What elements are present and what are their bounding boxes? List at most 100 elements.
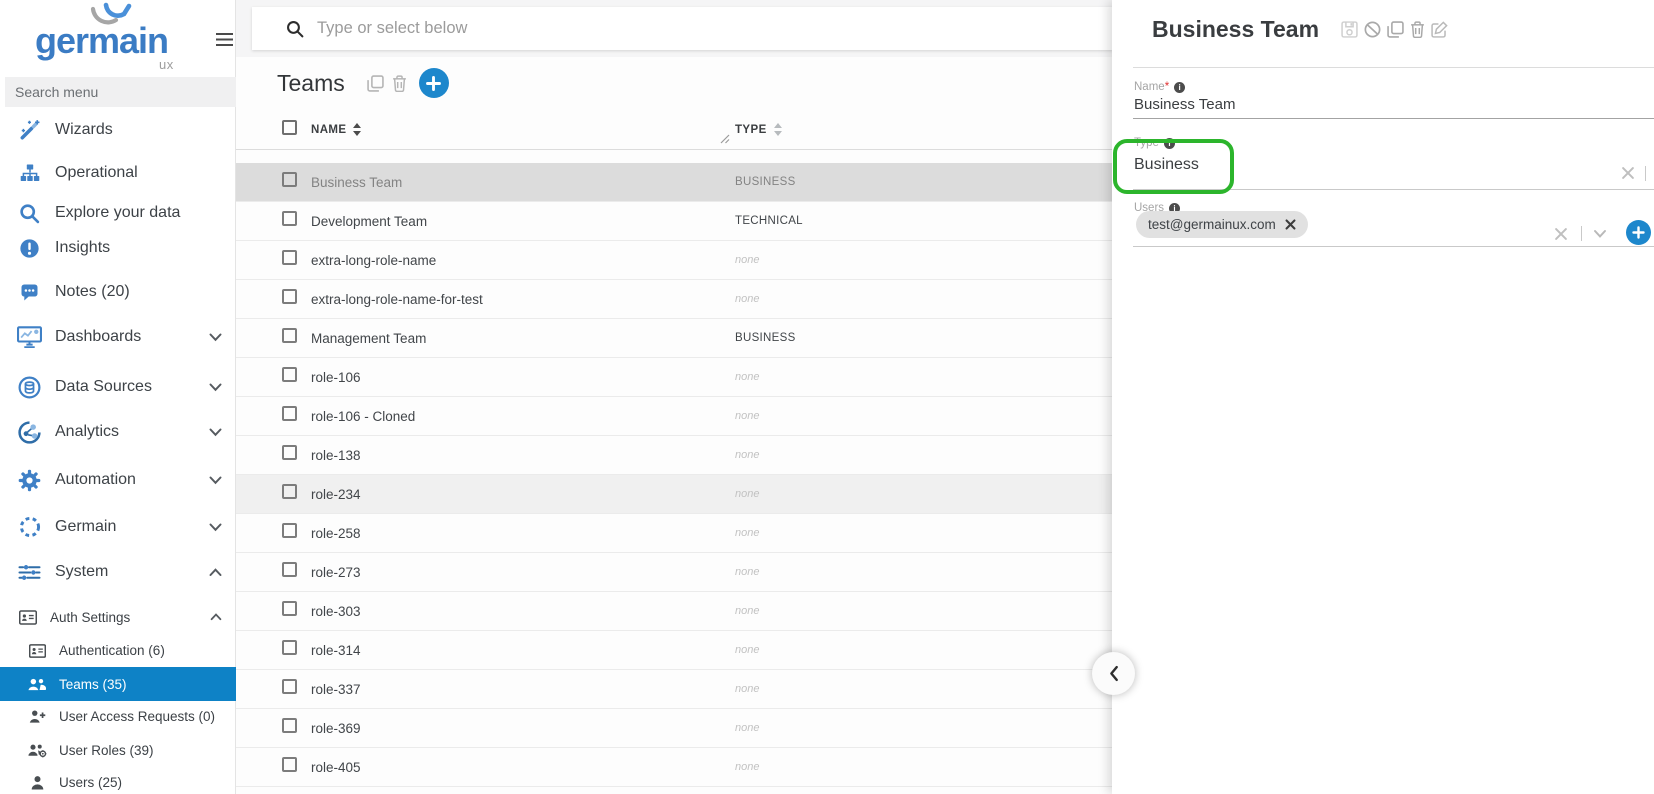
table-row[interactable]: Business Team BUSINESS (236, 163, 1113, 202)
row-checkbox[interactable] (282, 289, 297, 304)
row-checkbox[interactable] (282, 562, 297, 577)
table-row[interactable]: role-369 none (236, 709, 1113, 748)
row-checkbox[interactable] (282, 250, 297, 265)
cancel-icon[interactable] (1364, 21, 1381, 38)
user-plus-icon (27, 709, 47, 724)
row-checkbox[interactable] (282, 445, 297, 460)
clear-type-icon[interactable] (1621, 166, 1635, 180)
type-field-label: Typei (1134, 137, 1175, 149)
sidebar-item-insights[interactable]: Insights (0, 233, 236, 263)
user-icon (27, 775, 47, 790)
sidebar-item-system[interactable]: System (0, 557, 236, 587)
table-row[interactable]: role-314 none (236, 631, 1113, 670)
required-asterisk: * (1165, 81, 1169, 93)
table-row[interactable]: role-106 - Cloned none (236, 397, 1113, 436)
copy-icon[interactable] (1387, 21, 1404, 38)
sitemap-icon (16, 163, 43, 183)
sidebar-item-operational[interactable]: Operational (0, 158, 236, 188)
row-checkbox[interactable] (282, 367, 297, 382)
sidebar-item-user-roles[interactable]: User Roles (39) (0, 734, 236, 767)
users-gear-icon (27, 743, 47, 758)
chevron-down-icon (209, 523, 222, 532)
row-checkbox[interactable] (282, 523, 297, 538)
sidebar-item-authentication[interactable]: Authentication (6) (0, 634, 236, 667)
row-checkbox[interactable] (282, 640, 297, 655)
id-card-icon (27, 644, 47, 658)
team-type-cell: none (735, 488, 1113, 500)
select-all-checkbox[interactable] (282, 120, 297, 135)
hamburger-menu-icon[interactable] (215, 32, 234, 52)
filter-search-input[interactable] (317, 19, 957, 38)
table-row[interactable]: role-303 none (236, 592, 1113, 631)
name-field-value[interactable]: Business Team (1134, 96, 1235, 113)
users-dropdown-chevron-icon[interactable] (1593, 229, 1607, 239)
main-content: Teams NAME TYPE (236, 0, 1113, 794)
column-header-label: NAME (311, 124, 346, 136)
sidebar-search-input[interactable] (15, 84, 215, 100)
delete-team-button[interactable] (392, 75, 407, 92)
team-name-cell: Business Team (311, 175, 735, 190)
delete-icon[interactable] (1410, 21, 1425, 38)
sidebar-item-users[interactable]: Users (25) (0, 766, 236, 794)
table-row[interactable]: extra-long-role-name none (236, 241, 1113, 280)
sidebar-item-analytics[interactable]: Analytics (0, 417, 236, 447)
row-checkbox[interactable] (282, 484, 297, 499)
column-header-type[interactable]: TYPE (735, 123, 1113, 136)
team-name-cell: role-303 (311, 604, 735, 619)
row-checkbox[interactable] (282, 718, 297, 733)
table-row[interactable]: role-337 none (236, 670, 1113, 709)
team-type-cell: none (735, 644, 1113, 656)
team-type-cell: none (735, 410, 1113, 422)
table-row[interactable]: role-405 none (236, 748, 1113, 787)
column-resize-handle[interactable] (719, 131, 731, 149)
table-row[interactable]: role-234 none (236, 475, 1113, 514)
sidebar-item-dashboards[interactable]: Dashboards (0, 322, 236, 352)
remove-user-icon[interactable] (1285, 219, 1296, 230)
brand-suffix: ux (159, 57, 174, 72)
user-chip-label: test@germainux.com (1148, 217, 1276, 232)
dashboard-monitor-icon (16, 326, 43, 348)
row-checkbox[interactable] (282, 211, 297, 226)
sidebar-item-teams[interactable]: Teams (35) (0, 667, 236, 701)
sidebar-item-explore-your-data[interactable]: Explore your data (0, 198, 236, 228)
clear-users-icon[interactable] (1554, 227, 1568, 241)
analytics-icon (16, 421, 43, 444)
table-row[interactable]: Management Team BUSINESS (236, 319, 1113, 358)
row-checkbox[interactable] (282, 406, 297, 421)
team-type-cell: none (735, 566, 1113, 578)
edit-icon[interactable] (1431, 21, 1448, 38)
type-field-value[interactable]: Business (1134, 156, 1199, 174)
team-type-cell: none (735, 761, 1113, 773)
germain-ux-app: germain ux Wizards Operational Explore y… (0, 0, 1654, 794)
name-field-label: Name*i (1134, 81, 1185, 93)
sidebar-item-user-access-requests[interactable]: User Access Requests (0) (0, 700, 236, 733)
sidebar-item-data-sources[interactable]: Data Sources (0, 372, 236, 402)
row-checkbox[interactable] (282, 679, 297, 694)
row-checkbox[interactable] (282, 757, 297, 772)
clone-team-button[interactable] (367, 75, 384, 92)
save-icon[interactable] (1341, 21, 1358, 38)
team-type-cell: none (735, 254, 1113, 266)
table-row[interactable]: extra-long-role-name-for-test none (236, 280, 1113, 319)
table-row[interactable]: role-273 none (236, 553, 1113, 592)
sidebar-item-wizards[interactable]: Wizards (0, 115, 236, 145)
field-underline (1133, 189, 1654, 190)
table-row[interactable]: role-138 none (236, 436, 1113, 475)
table-row[interactable]: Development Team TECHNICAL (236, 202, 1113, 241)
sidebar-search (5, 77, 236, 107)
panel-collapse-button[interactable] (1092, 652, 1135, 695)
table-row[interactable]: role-258 none (236, 514, 1113, 553)
row-checkbox[interactable] (282, 172, 297, 187)
team-type-cell: none (735, 683, 1113, 695)
sidebar-item-germain[interactable]: Germain (0, 512, 236, 542)
add-user-button[interactable] (1626, 220, 1651, 245)
detail-panel: Business Team (1112, 0, 1654, 794)
row-checkbox[interactable] (282, 601, 297, 616)
sidebar-item-auth-settings[interactable]: Auth Settings (0, 602, 236, 632)
sidebar-item-automation[interactable]: Automation (0, 465, 236, 495)
column-header-name[interactable]: NAME (311, 123, 735, 136)
row-checkbox[interactable] (282, 328, 297, 343)
table-row[interactable]: role-106 none (236, 358, 1113, 397)
sidebar-item-notes[interactable]: Notes (20) (0, 277, 236, 307)
add-team-button[interactable] (419, 68, 449, 98)
